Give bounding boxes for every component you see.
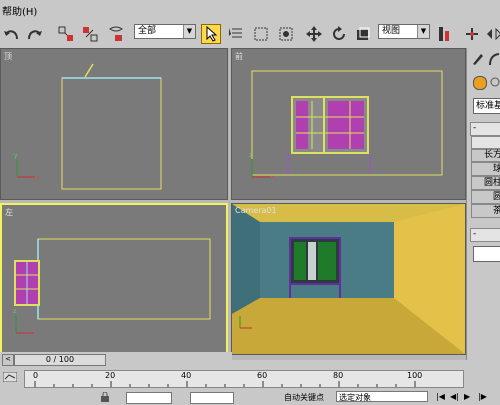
window-crossing-icon[interactable] <box>276 24 296 44</box>
menu-bar: 帮助(H) <box>0 0 500 20</box>
y-coord-field[interactable] <box>190 392 234 404</box>
command-panel: 标准基 - 长方 球 圆柱 圆 茶 - <box>466 48 500 360</box>
svg-text:y: y <box>14 152 18 159</box>
cylinder-button[interactable]: 圆柱 <box>471 176 500 190</box>
modify-tab-icon[interactable] <box>487 52 500 66</box>
autokey-label[interactable]: 自动关键点 <box>284 392 324 403</box>
svg-text:z: z <box>13 308 16 315</box>
tick-label: 60 <box>257 371 268 380</box>
menu-help[interactable]: 帮助(H) <box>2 3 37 18</box>
tick-label: 0 <box>33 371 39 380</box>
time-slider[interactable]: < 0 / 100 <box>0 352 232 366</box>
slider-prev-icon[interactable]: < <box>2 354 14 366</box>
teapot-button[interactable]: 茶 <box>471 204 500 218</box>
x-coord-field[interactable] <box>126 392 172 404</box>
circle-button[interactable]: 圆 <box>471 190 500 204</box>
box-button[interactable]: 长方 <box>471 148 500 162</box>
rect-selection-icon[interactable] <box>251 24 271 44</box>
redo-icon[interactable] <box>24 24 44 44</box>
select-manipulate-icon[interactable] <box>462 24 482 44</box>
track-bar[interactable]: 0 20 40 60 80 100 <box>0 366 500 390</box>
reference-coord-dropdown[interactable]: 视图 ▼ <box>378 24 430 39</box>
main-toolbar: 全部 ▼ 视图 ▼ <box>0 20 500 49</box>
viewport-top[interactable]: 顶 y x <box>0 48 228 200</box>
viewport-front[interactable]: 前 z x <box>231 48 466 200</box>
sphere-button[interactable]: 球 <box>471 162 500 176</box>
viewport-area: 顶 y x 前 z x 左 z Camera01 <box>0 48 466 360</box>
prev-frame-icon[interactable]: ◀| <box>450 392 462 402</box>
left-view-drawing: z <box>13 238 211 334</box>
viewport-camera[interactable]: Camera01 <box>231 203 466 355</box>
tick-label: 100 <box>407 371 423 380</box>
goto-start-icon[interactable]: |◀ <box>436 392 448 402</box>
undo-icon[interactable] <box>2 24 22 44</box>
scale-icon[interactable] <box>353 24 373 44</box>
unlink-icon[interactable] <box>80 24 100 44</box>
select-link-icon[interactable] <box>56 24 76 44</box>
rotate-icon[interactable] <box>329 24 349 44</box>
tick-label: 20 <box>105 371 116 380</box>
viewport-camera-label[interactable]: Camera01 <box>235 206 277 215</box>
shapes-icon[interactable] <box>489 76 500 88</box>
mirror-icon[interactable] <box>484 24 500 44</box>
move-icon[interactable] <box>304 24 324 44</box>
status-bar: 自动关键点 选定对象 |◀ ◀| ▶ |▶ <box>0 390 500 404</box>
tick-label: 80 <box>333 371 344 380</box>
selection-filter-dropdown[interactable]: 全部 ▼ <box>134 24 196 39</box>
viewport-left[interactable]: 左 z <box>0 203 228 355</box>
camera-render <box>232 204 465 354</box>
svg-text:x: x <box>36 174 40 181</box>
play-icon[interactable]: ▶ <box>464 392 476 402</box>
rollout-header-2[interactable]: - <box>470 228 500 242</box>
svg-text:z: z <box>249 152 252 159</box>
pivot-center-icon[interactable] <box>434 24 454 44</box>
time-slider-thumb[interactable]: 0 / 100 <box>14 354 106 366</box>
object-type-dropdown[interactable]: 标准基 <box>473 98 500 114</box>
create-tab-icon[interactable] <box>471 52 485 66</box>
rollout-header[interactable]: - <box>470 122 500 136</box>
tick-label: 40 <box>181 371 192 380</box>
svg-text:x: x <box>271 174 275 181</box>
bind-spacewarp-icon[interactable] <box>106 24 126 44</box>
top-view-drawing: y x <box>14 63 162 190</box>
track-ruler[interactable]: 0 20 40 60 80 100 <box>24 370 464 388</box>
next-frame-icon[interactable]: |▶ <box>478 392 490 402</box>
lock-selection-icon[interactable] <box>100 391 110 402</box>
selection-set-dropdown[interactable]: 选定对象 <box>336 391 428 402</box>
front-view-drawing: z x <box>249 70 443 181</box>
mini-curve-icon[interactable] <box>2 371 18 383</box>
name-field[interactable] <box>473 246 500 262</box>
select-by-name-icon[interactable] <box>226 24 246 44</box>
geometry-icon[interactable] <box>473 76 487 90</box>
select-object-icon[interactable] <box>201 24 221 44</box>
